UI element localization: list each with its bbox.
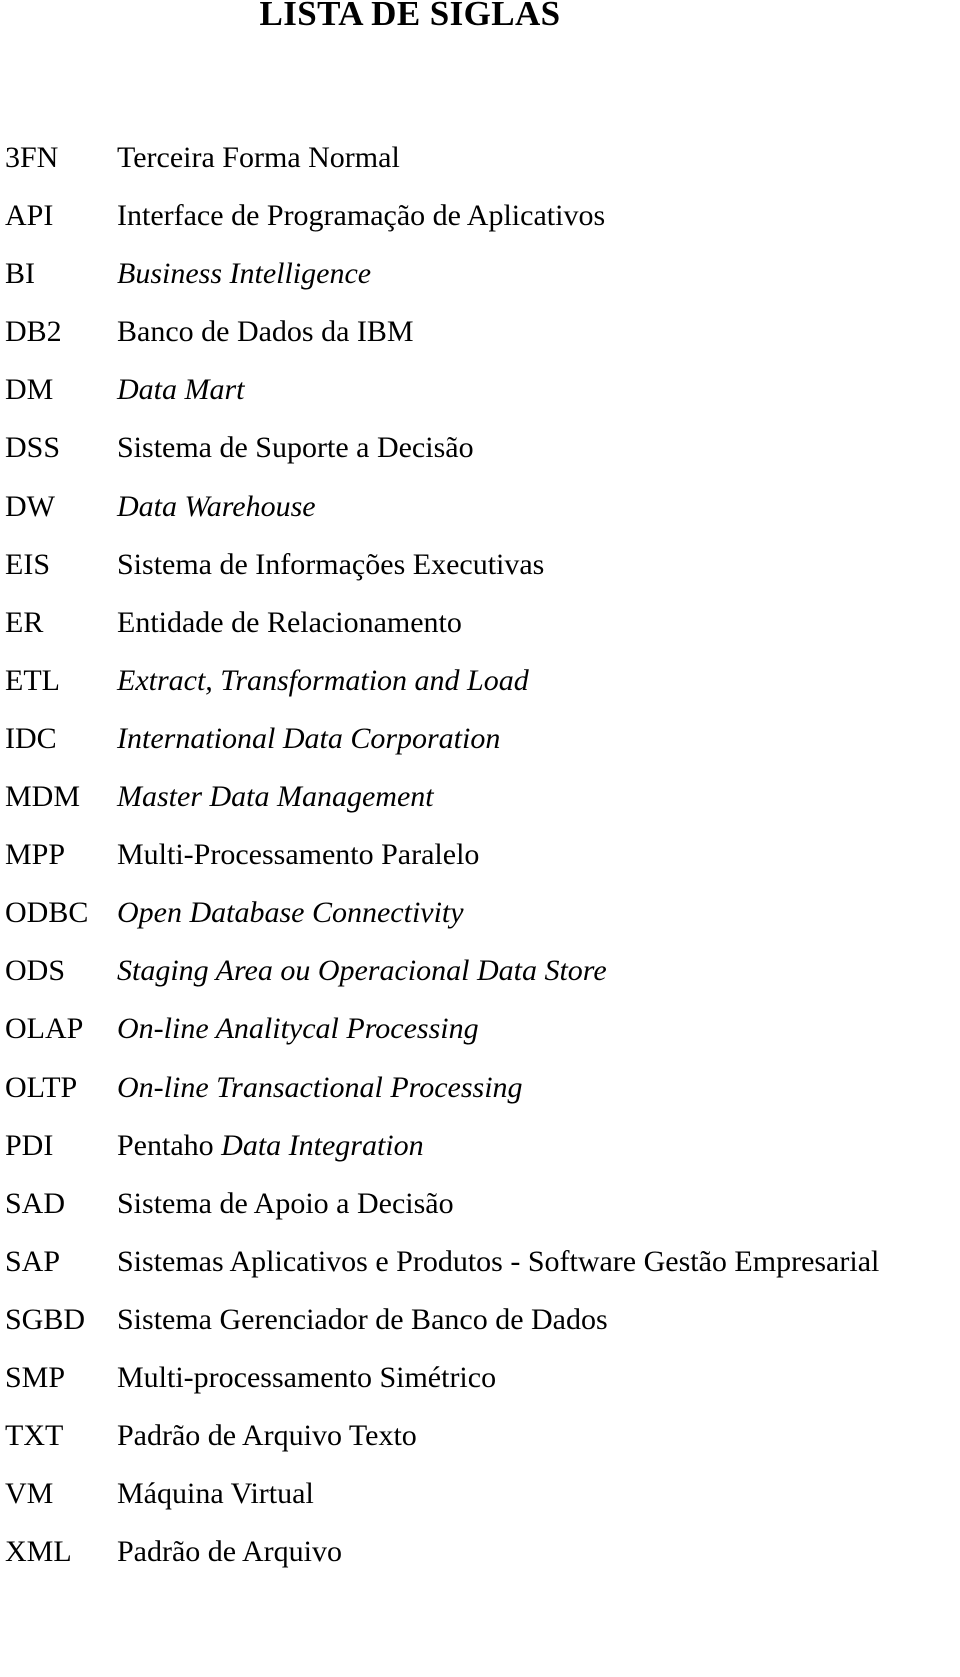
abbreviation-term: OLAP bbox=[5, 1012, 84, 1046]
abbreviation-term: BI bbox=[5, 257, 35, 291]
abbreviation-row: VM Máquina Virtual bbox=[0, 1476, 960, 1534]
abbreviation-row: 3FN Terceira Forma Normal bbox=[0, 140, 960, 198]
abbreviation-term: DSS bbox=[5, 431, 61, 465]
abbreviation-term: API bbox=[5, 199, 54, 233]
abbreviation-term: EIS bbox=[5, 547, 50, 581]
abbreviation-definition: Staging Area ou Operacional Data Store bbox=[117, 954, 607, 988]
abbreviation-list: 3FN Terceira Forma Normal API Interface de … bbox=[0, 140, 960, 1592]
abbreviation-definition: Terceira Forma Normal bbox=[117, 141, 400, 174]
abbreviation-row: DM Data Mart bbox=[0, 372, 960, 430]
abbreviation-definition: Business Intelligence bbox=[117, 257, 372, 291]
definition-italic-part: Data Integration bbox=[221, 1128, 424, 1162]
abbreviation-term: SAP bbox=[5, 1244, 61, 1278]
abbreviation-row: XML Padrão de Arquivo bbox=[0, 1534, 960, 1592]
abbreviation-row: BI Business Intelligence bbox=[0, 256, 960, 314]
abbreviation-term: ETL bbox=[5, 663, 60, 697]
abbreviation-definition: Padrão de Arquivo Texto bbox=[117, 1419, 417, 1453]
abbreviation-row: ER Entidade de Relacionamento bbox=[0, 605, 960, 663]
abbreviation-term: TXT bbox=[5, 1419, 64, 1453]
abbreviation-row: DSS Sistema de Suporte a Decisão bbox=[0, 430, 960, 488]
abbreviation-definition: Máquina Virtual bbox=[117, 1477, 314, 1511]
abbreviation-term: ODBC bbox=[5, 896, 89, 930]
abbreviation-term: SAD bbox=[5, 1186, 66, 1220]
abbreviation-definition: Open Database Connectivity bbox=[117, 896, 464, 930]
abbreviation-definition: Padrão de Arquivo bbox=[117, 1535, 342, 1569]
abbreviation-definition: Sistema de Apoio a Decisão bbox=[117, 1186, 454, 1220]
abbreviation-row: API Interface de Programação de Aplicativ… bbox=[0, 198, 960, 256]
abbreviation-term: DW bbox=[5, 489, 55, 523]
abbreviation-term: DB2 bbox=[5, 315, 62, 349]
abbreviation-term: IDC bbox=[5, 721, 57, 755]
abbreviation-definition: Sistemas Aplicativos e Produtos - Softwa… bbox=[117, 1244, 880, 1278]
abbreviation-row: SAD Sistema de Apoio a Decisão bbox=[0, 1186, 960, 1244]
abbreviation-term: VM bbox=[5, 1477, 54, 1511]
abbreviation-definition: Sistema de Suporte a Decisão bbox=[117, 431, 474, 465]
abbreviation-definition: On-line Transactional Processing bbox=[117, 1070, 523, 1104]
abbreviation-term: PDI bbox=[5, 1128, 54, 1162]
abbreviation-row: DW Data Warehouse bbox=[0, 489, 960, 547]
abbreviation-row: MPP Multi-Processamento Paralelo bbox=[0, 837, 960, 895]
abbreviation-row: OLTP On-line Transactional Processing bbox=[0, 1070, 960, 1128]
abbreviation-row: EIS Sistema de Informações Executivas bbox=[0, 547, 960, 605]
abbreviation-definition: Data Warehouse bbox=[117, 489, 316, 523]
abbreviation-term: OLTP bbox=[5, 1070, 78, 1104]
abbreviation-row: ODBC Open Database Connectivity bbox=[0, 895, 960, 953]
abbreviation-row: PDI Pentaho Data Integration bbox=[0, 1128, 960, 1186]
abbreviation-term: MDM bbox=[5, 780, 81, 814]
abbreviation-row: SMP Multi-processamento Simétrico bbox=[0, 1360, 960, 1418]
abbreviation-row: DB2 Banco de Dados da IBM bbox=[0, 314, 960, 372]
abbreviation-row: SGBD Sistema Gerenciador de Banco de Dado… bbox=[0, 1302, 960, 1360]
abbreviation-definition: Extract, Transformation and Load bbox=[117, 663, 529, 697]
abbreviation-term: 3FN bbox=[5, 141, 59, 174]
abbreviation-row: ODS Staging Area ou Operacional Data Stor… bbox=[0, 953, 960, 1011]
abbreviation-definition: Sistema de Informações Executivas bbox=[117, 547, 545, 581]
abbreviation-row: ETL Extract, Transformation and Load bbox=[0, 663, 960, 721]
definition-upright-part: Pentaho bbox=[117, 1128, 222, 1162]
abbreviation-row: IDC International Data Corporation bbox=[0, 721, 960, 779]
abbreviation-definition: Interface de Programação de Aplicativos bbox=[117, 199, 606, 233]
abbreviation-definition: Entidade de Relacionamento bbox=[117, 605, 462, 639]
abbreviation-term: ODS bbox=[5, 954, 66, 988]
abbreviation-row: SAP Sistemas Aplicativos e Produtos - Sof… bbox=[0, 1244, 960, 1302]
abbreviation-definition: Pentaho Data Integration bbox=[117, 1128, 424, 1164]
abbreviation-term: ER bbox=[5, 605, 44, 639]
abbreviation-definition: Data Mart bbox=[117, 373, 245, 407]
abbreviation-definition: Master Data Management bbox=[117, 780, 434, 814]
abbreviation-row: MDM Master Data Management bbox=[0, 779, 960, 837]
abbreviation-row: TXT Padrão de Arquivo Texto bbox=[0, 1418, 960, 1476]
abbreviation-term: SGBD bbox=[5, 1302, 86, 1336]
abbreviation-definition: On-line Analitycal Processing bbox=[117, 1012, 479, 1046]
abbreviation-term: MPP bbox=[5, 838, 66, 872]
abbreviation-definition: International Data Corporation bbox=[117, 721, 501, 755]
abbreviation-definition: Multi-processamento Simétrico bbox=[117, 1360, 497, 1394]
abbreviation-term: DM bbox=[5, 373, 54, 407]
abbreviation-row: OLAP On-line Analitycal Processing bbox=[0, 1011, 960, 1069]
abbreviation-term: SMP bbox=[5, 1360, 66, 1394]
abbreviation-definition: Banco de Dados da IBM bbox=[117, 315, 414, 349]
document-page: LISTA DE SIGLAS 3FN Terceira Forma Normal… bbox=[0, 0, 960, 1677]
page-title: LISTA DE SIGLAS bbox=[259, 0, 561, 33]
abbreviation-definition: Multi-Processamento Paralelo bbox=[117, 838, 480, 872]
abbreviation-term: XML bbox=[5, 1535, 72, 1569]
abbreviation-definition: Sistema Gerenciador de Banco de Dados bbox=[117, 1302, 608, 1336]
